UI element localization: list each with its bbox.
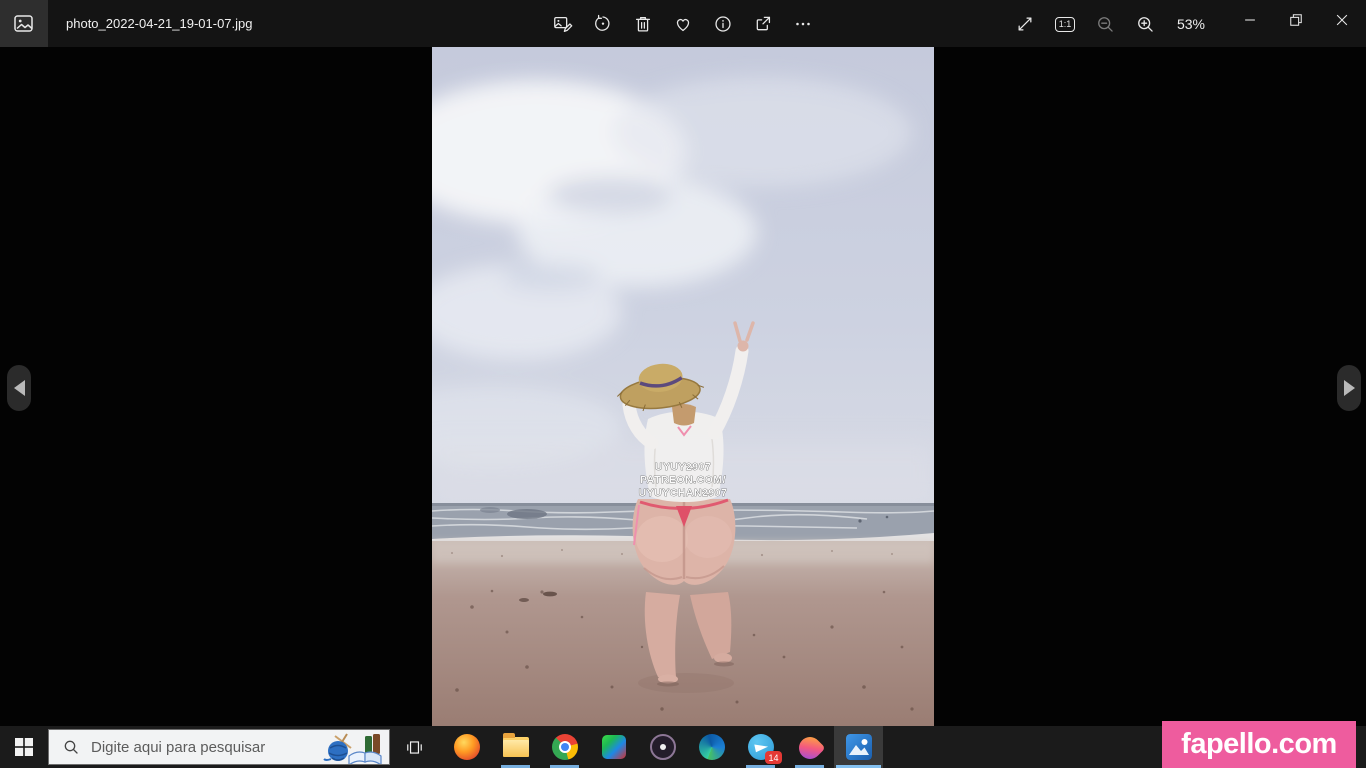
notification-badge: 14 <box>765 751 782 764</box>
taskbar-chrome[interactable] <box>540 726 589 768</box>
left-arrow-icon <box>14 380 25 396</box>
svg-text:UYUYCHAN2907: UYUYCHAN2907 <box>639 487 728 499</box>
start-button[interactable] <box>0 726 48 768</box>
photos-app-icon <box>0 0 48 47</box>
fullscreen-icon <box>1015 14 1035 34</box>
chrome-icon <box>552 734 578 760</box>
music-app-icon <box>650 734 676 760</box>
edge-icon <box>699 734 725 760</box>
info-icon <box>712 13 734 35</box>
view-controls: 1:1 53% <box>1005 4 1217 44</box>
search-input[interactable] <box>89 738 304 757</box>
favorite-button[interactable] <box>663 4 703 44</box>
delete-button[interactable] <box>623 4 663 44</box>
task-view-button[interactable] <box>390 726 438 768</box>
bluestacks-icon <box>602 735 626 759</box>
window-controls <box>1227 0 1365 40</box>
taskbar-firefox[interactable] <box>442 726 491 768</box>
taskbar-bluestacks[interactable] <box>589 726 638 768</box>
zoom-level: 53% <box>1165 16 1217 32</box>
zoom-out-button[interactable] <box>1085 4 1125 44</box>
svg-text:PATREON.COM/: PATREON.COM/ <box>640 474 726 486</box>
restore-icon <box>1287 11 1305 29</box>
file-name: photo_2022-04-21_19-01-07.jpg <box>66 0 253 47</box>
zoom-out-icon <box>1095 14 1116 35</box>
taskbar-apps: 14 <box>442 726 883 768</box>
taskbar-telegram[interactable]: 14 <box>736 726 785 768</box>
task-view-icon <box>405 738 424 757</box>
title-bar: photo_2022-04-21_19-01-07.jpg <box>0 0 1366 47</box>
taskbar-music-app[interactable] <box>638 726 687 768</box>
ellipsis-icon <box>792 13 814 35</box>
minimize-button[interactable] <box>1227 0 1273 40</box>
taskbar-photos[interactable] <box>834 726 883 768</box>
restore-button[interactable] <box>1273 0 1319 40</box>
file-explorer-icon <box>503 737 529 757</box>
toolbar <box>543 4 823 44</box>
filmora-icon <box>794 732 825 763</box>
taskbar-edge[interactable] <box>687 726 736 768</box>
one-to-one-icon: 1:1 <box>1055 17 1076 32</box>
more-button[interactable] <box>783 4 823 44</box>
windows-logo-icon <box>15 738 33 756</box>
search-doodle-icon <box>321 732 385 764</box>
search-icon <box>63 739 79 755</box>
taskbar-file-explorer[interactable] <box>491 726 540 768</box>
site-watermark-text: fapello.com <box>1181 728 1337 761</box>
svg-text:UYUY2907: UYUY2907 <box>655 461 712 473</box>
share-button[interactable] <box>743 4 783 44</box>
photos-taskbar-icon <box>846 734 872 760</box>
fullscreen-button[interactable] <box>1005 4 1045 44</box>
image-viewer: UYUY2907 PATREON.COM/ UYUYCHAN2907 <box>0 47 1366 726</box>
minimize-icon <box>1241 11 1259 29</box>
displayed-photo: UYUY2907 PATREON.COM/ UYUYCHAN2907 <box>432 47 934 726</box>
zoom-in-icon <box>1135 14 1156 35</box>
close-icon <box>1333 11 1351 29</box>
actual-size-button[interactable]: 1:1 <box>1045 4 1085 44</box>
zoom-in-button[interactable] <box>1125 4 1165 44</box>
firefox-icon <box>454 734 480 760</box>
image-icon <box>12 12 36 36</box>
photos-app-window: photo_2022-04-21_19-01-07.jpg <box>0 0 1366 768</box>
site-watermark: fapello.com <box>1162 721 1356 768</box>
close-button[interactable] <box>1319 0 1365 40</box>
taskbar-search[interactable] <box>48 729 390 765</box>
rotate-button[interactable] <box>583 4 623 44</box>
edit-image-button[interactable] <box>543 4 583 44</box>
edit-image-icon <box>552 13 574 35</box>
next-image-button[interactable] <box>1337 365 1361 411</box>
previous-image-button[interactable] <box>7 365 31 411</box>
share-icon <box>752 13 774 35</box>
heart-icon <box>672 13 694 35</box>
info-button[interactable] <box>703 4 743 44</box>
taskbar-filmora[interactable] <box>785 726 834 768</box>
right-arrow-icon <box>1344 380 1355 396</box>
trash-icon <box>632 13 654 35</box>
rotate-icon <box>592 13 614 35</box>
